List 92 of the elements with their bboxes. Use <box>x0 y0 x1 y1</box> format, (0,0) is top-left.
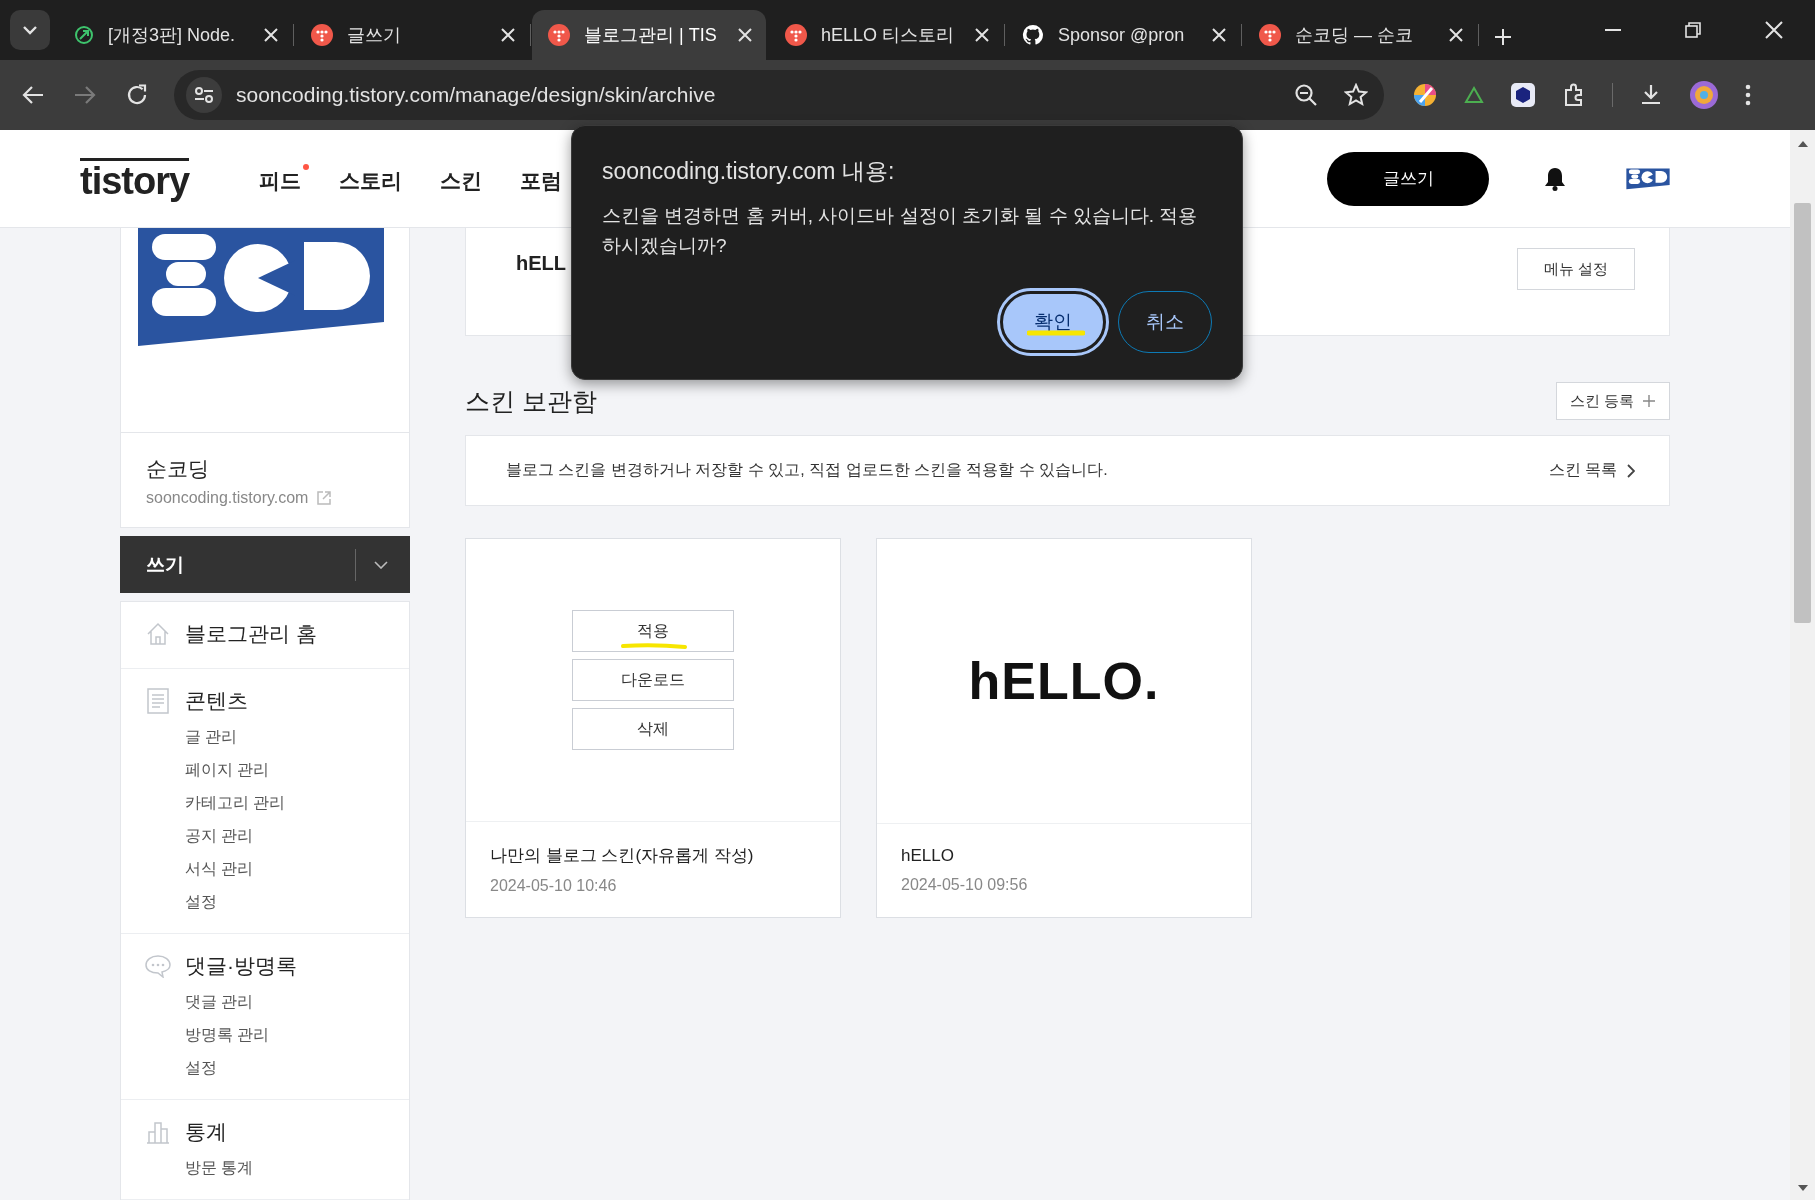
close-icon <box>1212 28 1226 42</box>
close-icon <box>501 28 515 42</box>
write-menu-button[interactable]: 쓰기 <box>120 536 410 593</box>
nav-link[interactable]: 피드 <box>259 162 310 195</box>
skin-date: 2024-05-10 10:46 <box>490 877 618 895</box>
browser-tab[interactable]: hELLO 티스토리 <box>769 10 1003 60</box>
skin-action-button[interactable]: 적용 <box>572 610 734 652</box>
menu-settings-button[interactable]: 메뉴 설정 <box>1517 248 1635 290</box>
close-icon <box>264 28 278 42</box>
blog-logo <box>1626 167 1670 190</box>
skin-date: 2024-05-10 09:56 <box>901 876 1029 894</box>
tistory-icon <box>1259 24 1281 46</box>
scroll-up-icon[interactable] <box>1797 140 1808 148</box>
document-icon <box>145 688 171 714</box>
bar-chart-icon <box>145 1120 171 1144</box>
menu-section-title[interactable]: 블로그관리 홈 <box>185 620 317 648</box>
more-icon <box>1745 84 1751 106</box>
zoom-out-icon <box>1294 83 1318 107</box>
tistory-icon <box>548 24 570 46</box>
info-text: 블로그 스킨을 변경하거나 저장할 수 있고, 직접 업로드한 스킨을 적용할 수 있습니다. <box>506 460 1109 480</box>
menu-item[interactable]: 방명록 관리 <box>185 1025 385 1046</box>
site-info-icon <box>194 86 214 104</box>
skin-title: hELL <box>516 252 566 275</box>
scrollbar[interactable] <box>1790 130 1815 1200</box>
nav-link[interactable]: 스토리 <box>339 162 411 195</box>
write-button[interactable]: 글쓰기 <box>1327 151 1489 206</box>
nav-link[interactable]: 스킨 <box>440 162 491 195</box>
menu-item[interactable]: 공지 관리 <box>185 826 385 847</box>
github-icon <box>1022 24 1044 46</box>
menu-item[interactable]: 페이지 관리 <box>185 760 385 781</box>
browser-tab[interactable]: 블로그관리 | TIS <box>532 10 766 60</box>
chevron-right-icon <box>1627 463 1635 478</box>
bell-icon <box>1544 166 1566 191</box>
close-icon <box>975 28 989 42</box>
minimize-icon <box>1605 29 1621 31</box>
menu-item[interactable]: 설정 <box>185 892 385 913</box>
skin-list-link[interactable]: 스킨 목록 <box>1548 460 1635 481</box>
plus-icon <box>1494 28 1512 46</box>
triangle-icon <box>1464 85 1484 105</box>
skin-card[interactable]: hELLO. hELLO 2024-05-10 09:56 <box>876 538 1252 918</box>
skin-name: 나만의 블로그 스킨(자유롭게 작성) <box>490 845 755 867</box>
back-icon <box>22 85 44 105</box>
menu-item[interactable]: 댓글 관리 <box>185 992 385 1013</box>
browser-tab[interactable]: [개정3판] Node. <box>58 10 292 60</box>
section-heading: 스킨 보관함 <box>465 385 597 417</box>
dialog-button[interactable]: 취소 <box>1118 291 1212 353</box>
browser-tab[interactable]: 순코딩 — 순코 <box>1243 10 1477 60</box>
register-skin-button[interactable]: 스킨 등록 <box>1556 382 1670 420</box>
skin-name: hELLO <box>901 846 955 866</box>
menu-item[interactable]: 서식 관리 <box>185 859 385 880</box>
scroll-down-icon[interactable] <box>1797 1184 1808 1192</box>
menu-item[interactable]: 방문 통계 <box>185 1158 385 1179</box>
close-icon <box>1765 21 1783 39</box>
menu-section-title[interactable]: 통계 <box>185 1118 227 1146</box>
menu-item[interactable]: 설정 <box>185 1058 385 1079</box>
skin-action-button[interactable]: 삭제 <box>572 708 734 750</box>
tistory-icon <box>311 24 333 46</box>
forward-icon[interactable] <box>74 85 96 105</box>
browser-tab[interactable]: Sponsor @pron <box>1006 10 1240 60</box>
tistory-icon <box>785 24 807 46</box>
menu-item[interactable]: 글 관리 <box>185 727 385 748</box>
chevron-down-icon <box>374 560 388 569</box>
dialog-button[interactable]: 확인 <box>1000 291 1106 353</box>
menu-item[interactable]: 카테고리 관리 <box>185 793 385 814</box>
download-icon <box>1639 83 1663 107</box>
skin-action-button[interactable]: 다운로드 <box>572 659 734 701</box>
restore-icon <box>1685 22 1701 38</box>
nav-link[interactable]: 포럼 <box>520 162 571 195</box>
blog-name[interactable]: 순코딩 <box>146 455 384 483</box>
skin-card[interactable]: 적용 다운로드 삭제 나만의 블로그 스킨(자유롭게 작성) 2024-05-10 10:46 <box>465 538 841 918</box>
blog-url[interactable]: sooncoding.tistory.com <box>146 489 309 507</box>
plus-icon <box>1642 394 1657 408</box>
address-bar[interactable]: sooncoding.tistory.com/manage/design/skin/archive <box>174 70 1384 120</box>
menu-section-title[interactable]: 댓글·방명록 <box>185 952 297 980</box>
avatar-icon <box>1689 80 1719 110</box>
close-icon <box>1449 28 1463 42</box>
profile-button[interactable] <box>1626 167 1670 190</box>
chevron-down-icon <box>22 25 38 35</box>
speech-bubble-icon <box>145 954 171 978</box>
external-link-icon <box>316 490 333 506</box>
reload-icon <box>126 84 148 106</box>
star-icon <box>1344 83 1368 107</box>
tab-search-button[interactable] <box>10 10 50 50</box>
home-icon <box>145 622 171 646</box>
dialog-title: sooncoding.tistory.com 내용: <box>602 157 896 186</box>
browser-tab[interactable]: 글쓰기 <box>295 10 529 60</box>
new-tab-button[interactable] <box>1494 28 1512 46</box>
dialog-message: 스킨을 변경하면 홈 커버, 사이드바 설정이 초기화 될 수 있습니다. 적용하시겠습니까? <box>602 204 1199 258</box>
menu-section-title[interactable]: 콘텐츠 <box>185 687 248 715</box>
close-icon <box>738 28 752 42</box>
skin-preview-text: hELLO. <box>968 651 1160 711</box>
palette-icon <box>1412 82 1438 108</box>
